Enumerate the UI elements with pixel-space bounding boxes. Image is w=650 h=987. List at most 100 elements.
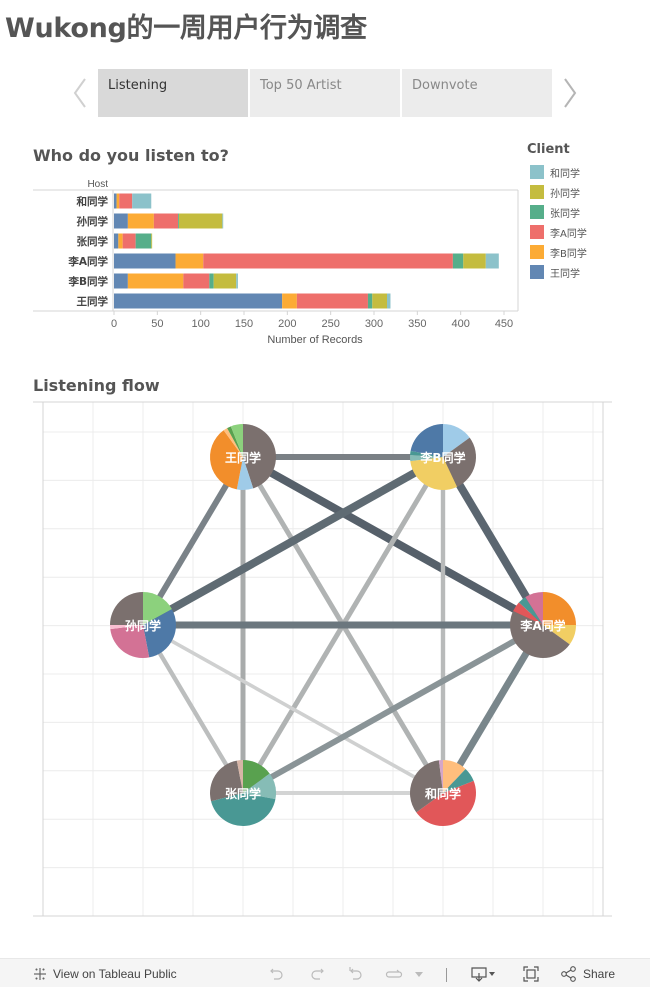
page-title: Wukong的一周用户行为调查 — [5, 13, 367, 44]
download-button[interactable] — [470, 964, 496, 984]
fullscreen-icon[interactable] — [522, 964, 540, 984]
host-label: 孙同学 — [77, 215, 109, 228]
host-label: 王同学 — [77, 295, 109, 308]
legend-item[interactable]: 李A同学 — [527, 222, 637, 242]
chevron-right-icon[interactable] — [560, 75, 580, 111]
flow-node[interactable]: 张同学 — [210, 760, 276, 826]
bar-segment[interactable] — [114, 213, 128, 229]
bar-row: 王同学 — [77, 293, 391, 309]
undo-icon[interactable] — [268, 964, 286, 984]
bar-segment[interactable] — [114, 253, 176, 269]
bar-segment[interactable] — [178, 213, 179, 229]
bar-segment[interactable] — [114, 293, 283, 309]
bar-segment[interactable] — [114, 233, 119, 249]
host-label: 张同学 — [77, 235, 109, 248]
node-label: 张同学 — [225, 786, 261, 801]
flow-node[interactable]: 孙同学 — [110, 592, 176, 658]
x-tick-label: 300 — [365, 318, 383, 330]
tab-label: Listening — [108, 78, 168, 93]
legend-label: 和同学 — [550, 168, 580, 180]
bar-segment[interactable] — [296, 293, 368, 309]
refresh-dropdown-caret-icon[interactable] — [414, 964, 424, 984]
bar-segment[interactable] — [175, 253, 204, 269]
flow-node[interactable]: 李A同学 — [509, 592, 576, 659]
bar-segment[interactable] — [209, 273, 214, 289]
bar-segment[interactable] — [116, 193, 120, 209]
tab-top-50-artist[interactable]: Top 50 Artist — [250, 69, 400, 117]
bar-segment[interactable] — [135, 233, 152, 249]
bar-segment[interactable] — [213, 273, 237, 289]
bar-segment[interactable] — [372, 293, 387, 309]
listening-flow-network: 王同学 李B同学孙同学 李A同学张同学 和同学 — [33, 401, 612, 917]
bar-segment[interactable] — [203, 253, 453, 269]
tab-label: Top 50 Artist — [260, 78, 342, 93]
legend-item[interactable]: 李B同学 — [527, 242, 637, 262]
x-tick-label: 200 — [278, 318, 296, 330]
bar-segment[interactable] — [127, 273, 184, 289]
chevron-left-icon[interactable] — [70, 75, 90, 111]
bar-segment[interactable] — [367, 293, 373, 309]
bar-segment[interactable] — [387, 293, 391, 309]
bar-segment[interactable] — [452, 253, 464, 269]
tab-label: Downvote — [412, 78, 478, 93]
flow-node[interactable]: 和同学 — [409, 760, 476, 826]
bar-segment[interactable] — [127, 213, 154, 229]
bar-segment[interactable] — [222, 213, 224, 229]
bar-segment[interactable] — [179, 213, 223, 229]
bar-segment[interactable] — [282, 293, 297, 309]
bar-row: 李B同学 — [67, 273, 238, 289]
bar-segment[interactable] — [114, 273, 128, 289]
bar-segment[interactable] — [151, 233, 153, 249]
legend: Client 和同学 孙同学 张同学 李A同学 李B同学 王同学 — [527, 142, 637, 282]
legend-label: 孙同学 — [550, 188, 580, 200]
refresh-icon[interactable] — [385, 964, 403, 984]
tab-downvote[interactable]: Downvote — [402, 69, 552, 117]
share-button[interactable]: Share — [560, 964, 615, 984]
legend-swatch — [530, 225, 544, 239]
bar-segment[interactable] — [118, 233, 123, 249]
bar-segment[interactable] — [119, 193, 133, 209]
download-icon — [471, 967, 495, 982]
revert-icon[interactable] — [347, 964, 365, 984]
flow-node[interactable]: 李B同学 — [410, 424, 476, 490]
node-label: 王同学 — [225, 450, 261, 465]
x-axis-title: Number of Records — [267, 334, 363, 346]
host-label: 李B同学 — [67, 275, 108, 288]
stacked-bar-chart: Host 和同学孙同学张同学李A同学李B同学王同学 0 50 100 150 200 25… — [33, 179, 519, 346]
bar-segment[interactable] — [463, 253, 486, 269]
node-label: 和同学 — [424, 786, 461, 801]
legend-label: 李B同学 — [550, 248, 587, 260]
bar-row: 孙同学 — [77, 213, 224, 229]
row-header: Host — [87, 179, 108, 190]
story-navigator: Listening Top 50 Artist Downvote — [70, 69, 584, 117]
node-label: 李B同学 — [419, 450, 465, 465]
redo-icon[interactable] — [308, 964, 326, 984]
view-public-label: View on Tableau Public — [53, 967, 177, 981]
legend-item[interactable]: 张同学 — [527, 202, 637, 222]
footer-toolbar: View on Tableau Public Share — [0, 958, 650, 987]
bar-segment[interactable] — [132, 193, 152, 209]
x-tick-label: 450 — [495, 318, 513, 330]
view-on-tableau-public-link[interactable]: View on Tableau Public — [32, 964, 177, 984]
x-tick-label: 0 — [111, 318, 117, 330]
legend-item[interactable]: 王同学 — [527, 262, 637, 282]
bar-segment[interactable] — [485, 253, 499, 269]
legend-label: 李A同学 — [550, 228, 587, 240]
share-icon — [561, 966, 576, 982]
flow-node[interactable]: 王同学 — [209, 424, 276, 490]
bar-chart-title: Who do you listen to? — [33, 146, 229, 165]
bar-segment[interactable] — [153, 213, 179, 229]
bar-segment[interactable] — [236, 273, 238, 289]
x-tick-label: 150 — [235, 318, 253, 330]
legend-item[interactable]: 孙同学 — [527, 182, 637, 202]
host-label: 李A同学 — [67, 255, 108, 268]
bar-segment[interactable] — [122, 233, 136, 249]
legend-item[interactable]: 和同学 — [527, 162, 637, 182]
share-label: Share — [583, 967, 616, 981]
bar-segment[interactable] — [114, 193, 117, 209]
bar-segment[interactable] — [183, 273, 210, 289]
x-tick-label: 350 — [408, 318, 426, 330]
tab-listening[interactable]: Listening — [98, 69, 248, 117]
bar-row: 李A同学 — [67, 253, 499, 269]
legend-label: 王同学 — [550, 268, 580, 280]
